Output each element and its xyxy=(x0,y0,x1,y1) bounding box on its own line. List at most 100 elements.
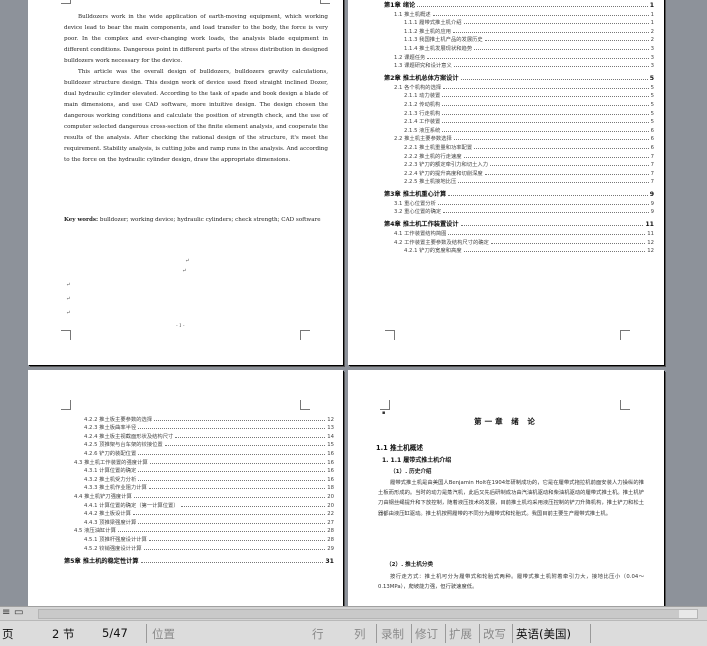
status-separator xyxy=(479,624,480,643)
status-language[interactable]: 英语(美国) xyxy=(516,626,571,642)
toc-entry-label: 4.3 推土机工作装置的强度计算 xyxy=(74,457,150,466)
toc-entry[interactable]: 4.4.3 顶推梁强度计算 27 xyxy=(64,517,334,526)
toc-leader-dots xyxy=(175,436,326,438)
toc-leader-dots xyxy=(138,479,326,481)
status-section: 2 节 xyxy=(52,627,75,641)
status-line: 行 xyxy=(312,627,324,641)
toc-entry[interactable]: 第3章 推土机重心计算 9 xyxy=(384,185,654,199)
status-revision[interactable]: 修订 xyxy=(415,626,438,642)
toc-entry[interactable]: 2.2.4 铲刀的提升高度和切削深度 7 xyxy=(384,168,654,177)
toc-entry-label: 2.1.3 行走机构 xyxy=(404,108,443,117)
toc-leader-dots xyxy=(458,182,649,184)
toc-entry[interactable]: 2.1 各个机构的选择 5 xyxy=(384,82,654,91)
paragraph-mark: ↵ xyxy=(66,282,71,288)
toc-leader-dots xyxy=(442,113,649,115)
toc-entry-label: 1.1.3 我国推土机产品的发展历史 xyxy=(404,35,485,44)
crop-mark xyxy=(320,0,330,4)
toc-entry[interactable]: 4.2.5 顶推架与台车架的铰接位置 15 xyxy=(64,440,334,449)
toc-entry[interactable]: 4.2.1 铲刀的宽度和高度 12 xyxy=(384,246,654,255)
toc-entry[interactable]: 第1章 绪论 1 xyxy=(384,0,654,9)
toc-entry-label: 第1章 绪论 xyxy=(384,0,418,9)
toc-entry-label: 4.2.6 铲刀的装配位置 xyxy=(84,448,139,457)
crop-mark xyxy=(620,330,630,340)
toc-entry-label: 第2章 推土机总体方案设计 xyxy=(384,73,461,83)
toc-entry[interactable]: 2.2.2 推土机的行走速度 7 xyxy=(384,151,654,160)
toc-entry-label: 4.5.1 顶推杆强度设计计算 xyxy=(84,534,149,543)
toc-entry-label: 4.4.2 推土板设计算 xyxy=(84,509,133,518)
toc-entry[interactable]: 1.2 课题任务 3 xyxy=(384,52,654,61)
toc-entry-label: 4.2.2 推土板主要参数的选择 xyxy=(84,414,155,423)
toc-entry-label: 1.2 课题任务 xyxy=(394,52,428,61)
toc-entry-label: 1.3 课题研究和设计意义 xyxy=(394,61,454,70)
toc-entry[interactable]: 4.3 推土机工作装置的强度计算 16 xyxy=(64,457,334,466)
toc-entry[interactable]: 2.2 推土机主要参数选择 6 xyxy=(384,134,654,143)
toc-entry[interactable]: 4.5.2 铰销强度设计计算 29 xyxy=(64,543,334,552)
document-viewport[interactable]: Bulldozers work in the wide application … xyxy=(0,0,707,606)
toc-entry[interactable]: 4.4.2 推土板设计算 22 xyxy=(64,509,334,518)
toc-entry[interactable]: 4.5 液压油缸计算 28 xyxy=(64,526,334,535)
toc-entry[interactable]: 第5章 推土机的稳定性计算 31 xyxy=(64,552,334,565)
toc-entry[interactable]: 2.2.1 推土机重量和功率配置 6 xyxy=(384,142,654,151)
toc-leader-dots xyxy=(460,225,644,227)
paragraph-mark: ↵ xyxy=(185,258,190,264)
status-extend[interactable]: 扩展 xyxy=(449,626,472,642)
toc-entry[interactable]: 4.3.3 推土机作业阻力计算 18 xyxy=(64,483,334,492)
normal-view-icon[interactable]: ≡ xyxy=(2,607,10,618)
toc-leader-dots xyxy=(143,548,326,550)
toc-entry[interactable]: 1.1.4 推土机发展现状和趋势 3 xyxy=(384,43,654,52)
toc-entry-label: 4.2.1 铲刀的宽度和高度 xyxy=(404,246,464,255)
toc-entry[interactable]: 4.5.1 顶推杆强度设计计算 28 xyxy=(64,534,334,543)
toc-entry[interactable]: 4.2.3 推土板曲率半径 13 xyxy=(64,423,334,432)
toc-entry[interactable]: 4.4.1 计算位置的确定（第一计算位置） 20 xyxy=(64,500,334,509)
toc-leader-dots xyxy=(180,505,326,507)
toc-entry[interactable]: 1.1.3 我国推土机产品的发展历史 2 xyxy=(384,35,654,44)
document-page-abstract[interactable]: Bulldozers work in the wide application … xyxy=(28,0,343,365)
toc-entry[interactable]: 4.2 工作装置主要参数及结构尺寸的确定 12 xyxy=(384,237,654,246)
horizontal-scrollbar[interactable] xyxy=(38,609,698,619)
status-bar: 页 2 节 5/47 位置 行 列 录制 修订 扩展 改写 英语(美国) xyxy=(0,620,707,646)
toc-entry[interactable]: 2.1.3 行走机构 5 xyxy=(384,108,654,117)
crop-mark xyxy=(620,400,630,410)
status-overtype[interactable]: 改写 xyxy=(483,626,506,642)
toc-entry[interactable]: 1.3 课题研究和设计意义 3 xyxy=(384,61,654,70)
toc-entry-label: 4.3.2 推土机受力分析 xyxy=(84,474,139,483)
toc-entry[interactable]: 4.2.4 推土板主视截面形状及结构尺寸 14 xyxy=(64,431,334,440)
reading-view-icon[interactable]: ▭ xyxy=(14,607,23,618)
toc-entry[interactable]: 第4章 推土机工作装置设计 11 xyxy=(384,215,654,229)
toc-entry[interactable]: 4.2.2 推土板主要参数的选择 12 xyxy=(64,414,334,423)
toc-entry[interactable]: 2.2.5 推土机接地比压 7 xyxy=(384,177,654,186)
toc-entry-label: 1.1.4 推土机发展现状和趋势 xyxy=(404,43,475,52)
toc-entry[interactable]: 4.4 推土机铲刀强度计算 20 xyxy=(64,491,334,500)
document-page-toc-1[interactable]: 第1章 绪论 1 1.1 推土机概述 1 1.1.1 履带式推土机介绍 1 1.1.2 推土… xyxy=(348,0,664,365)
toc-entry[interactable]: 1.1 推土机概述 1 xyxy=(384,9,654,18)
toc-entry[interactable]: 2.1.2 传动机构 5 xyxy=(384,99,654,108)
toc-leader-dots xyxy=(453,139,649,141)
toc-entry[interactable]: 2.1.5 液压系统 6 xyxy=(384,125,654,134)
toc-leader-dots xyxy=(463,156,649,158)
toc-entry[interactable]: 3.1 重心位置分析 9 xyxy=(384,198,654,207)
toc-entry[interactable]: 第2章 推土机总体方案设计 5 xyxy=(384,69,654,83)
scrollbar-thumb[interactable] xyxy=(39,610,679,618)
toc-entry[interactable]: 4.2.6 铲刀的装配位置 16 xyxy=(64,448,334,457)
toc-entry[interactable]: 3.2 重心位置的确定 9 xyxy=(384,207,654,216)
toc-leader-dots xyxy=(442,122,649,124)
toc-entry[interactable]: 1.1.1 履带式推土机介绍 1 xyxy=(384,18,654,27)
abstract-paragraph: Bulldozers work in the wide application … xyxy=(64,14,328,64)
toc-entry[interactable]: 4.1 工作装置结构简图 11 xyxy=(384,228,654,238)
document-page-toc-2[interactable]: 4.2.2 推土板主要参数的选择 12 4.2.3 推土板曲率半径 13 4.2.4 推… xyxy=(28,370,343,606)
toc-entry[interactable]: 4.3.1 计算位置的确定 16 xyxy=(64,466,334,475)
toc-entry-label: 1.1 推土机概述 xyxy=(394,9,433,18)
toc-entry[interactable]: 4.3.2 推土机受力分析 16 xyxy=(64,474,334,483)
toc-entry-label: 4.4 推土机铲刀强度计算 xyxy=(74,491,134,500)
toc-leader-dots xyxy=(484,40,649,42)
toc-entry[interactable]: 1.1.2 推土机的应用 2 xyxy=(384,26,654,35)
toc-entry-label: 4.4.3 顶推梁强度计算 xyxy=(84,517,139,526)
toc-entry[interactable]: 2.2.3 铲刀的额定牵引力和切土入力 7 xyxy=(384,160,654,169)
toc-entry-label: 2.2.2 推土机的行走速度 xyxy=(404,151,464,160)
status-record[interactable]: 录制 xyxy=(381,626,404,642)
toc-entry[interactable]: 2.1.1 动力装置 5 xyxy=(384,91,654,100)
toc-entry[interactable]: 2.1.4 工作装置 5 xyxy=(384,117,654,126)
document-page-chapter-1[interactable]: ▪ 第一章 绪 论 1.1 推土机概述 1. 1.1 履带式推土机介绍 （1）.… xyxy=(348,370,664,606)
page-number: - I - xyxy=(176,323,185,329)
toc-entry-label: 3.2 重心位置的确定 xyxy=(394,207,444,216)
